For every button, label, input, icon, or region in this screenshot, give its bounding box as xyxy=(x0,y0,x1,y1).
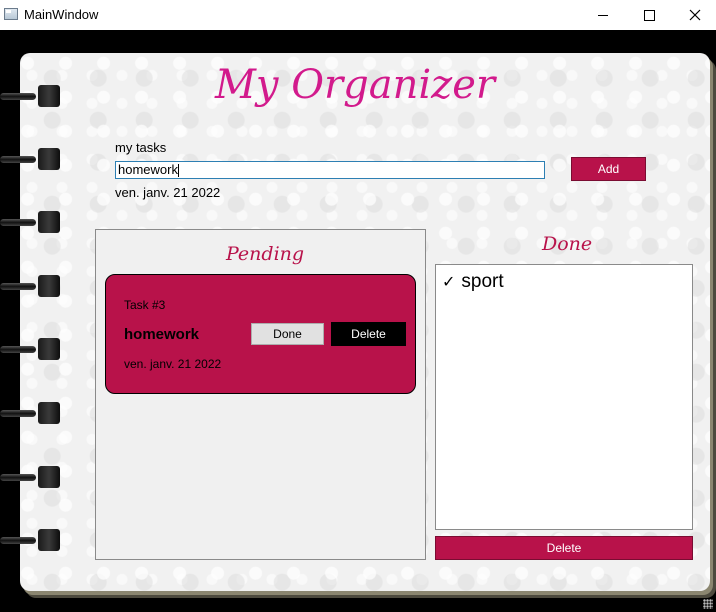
close-icon xyxy=(689,9,701,21)
close-button[interactable] xyxy=(672,0,716,30)
add-button[interactable]: Add xyxy=(571,157,646,181)
app-window-icon xyxy=(4,8,18,20)
spiral-ring xyxy=(0,529,60,551)
check-icon: ✓ xyxy=(442,274,456,291)
done-item-label: sport xyxy=(461,271,504,292)
spiral-ring xyxy=(0,148,60,170)
app-title: My Organizer xyxy=(214,62,496,108)
task-input-value: homework xyxy=(118,162,178,177)
task-name: homework xyxy=(124,326,200,343)
spiral-ring xyxy=(0,275,60,297)
maximize-icon xyxy=(643,9,655,21)
spiral-ring xyxy=(0,211,60,233)
task-done-button[interactable]: Done xyxy=(251,323,324,345)
done-delete-button[interactable]: Delete xyxy=(435,536,693,560)
tasks-label: my tasks xyxy=(115,140,167,155)
resize-grip-icon[interactable] xyxy=(703,599,713,609)
done-list[interactable]: ✓ sport xyxy=(435,264,693,530)
minimize-icon xyxy=(598,14,608,16)
done-title: Done xyxy=(542,233,593,255)
task-date: ven. janv. 21 2022 xyxy=(124,357,222,371)
current-date: ven. janv. 21 2022 xyxy=(115,185,221,200)
pending-title: Pending xyxy=(226,243,305,265)
spiral-ring xyxy=(0,402,60,424)
maximize-button[interactable] xyxy=(626,0,672,30)
task-delete-button[interactable]: Delete xyxy=(331,322,406,346)
spiral-ring xyxy=(0,85,60,107)
task-input[interactable]: homework xyxy=(115,161,545,179)
done-list-item[interactable]: ✓ sport xyxy=(442,271,504,293)
task-number: Task #3 xyxy=(124,298,166,312)
minimize-button[interactable] xyxy=(580,0,626,30)
window-titlebar: MainWindow xyxy=(0,0,716,30)
text-caret xyxy=(177,164,179,178)
spiral-ring xyxy=(0,338,60,360)
window-title: MainWindow xyxy=(24,7,99,22)
spiral-ring xyxy=(0,466,60,488)
